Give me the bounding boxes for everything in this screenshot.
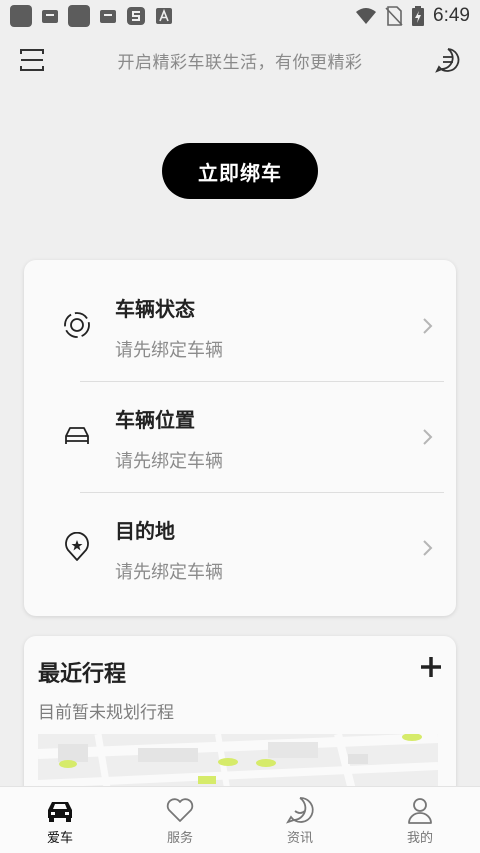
- tab-label: 我的: [406, 831, 433, 846]
- plus-icon[interactable]: [418, 654, 444, 680]
- trip-card-title: 最近行程: [38, 662, 127, 687]
- tab-service[interactable]: 服务: [120, 787, 240, 853]
- notification-icons: [10, 5, 174, 27]
- destination-row[interactable]: 目的地 请先绑定车辆: [24, 482, 456, 593]
- message-button[interactable]: [434, 46, 462, 74]
- header: 开启精彩车联生活，有你更精彩: [0, 40, 480, 80]
- tab-label: 服务: [166, 831, 193, 846]
- car-icon: [48, 802, 72, 822]
- bag-icon: [98, 6, 118, 26]
- row-title: 车辆位置: [115, 408, 195, 432]
- a-app-icon: [154, 6, 174, 26]
- vehicle-card: 车辆状态 请先绑定车辆 车辆位置 请先绑定车辆 目的地 请先绑定车辆: [24, 260, 456, 616]
- clock: 6:49: [433, 5, 470, 26]
- trip-card-subtitle: 目前暂未规划行程: [38, 703, 174, 723]
- menu-button[interactable]: [18, 46, 46, 74]
- battery-charging-icon: [412, 6, 425, 26]
- chat-icon: [435, 48, 460, 73]
- tab-label: 资讯: [286, 831, 313, 846]
- row-subtitle: 请先绑定车辆: [115, 340, 223, 361]
- heart-icon: [166, 798, 194, 822]
- row-title: 车辆状态: [115, 297, 195, 321]
- menu-icon: [20, 49, 44, 71]
- wifi-icon: [356, 8, 377, 24]
- message-icon: [285, 797, 314, 824]
- tab-mine[interactable]: 我的: [360, 787, 480, 853]
- vehicle-status-row[interactable]: 车辆状态 请先绑定车辆: [24, 260, 456, 371]
- status-bar: 6:49: [0, 0, 480, 32]
- app-icon: [10, 5, 32, 27]
- car-outline-icon: [65, 427, 89, 444]
- slogan-text: 开启精彩车联生活，有你更精彩: [117, 52, 363, 73]
- chevron-right-icon: [423, 318, 433, 334]
- no-sim-icon: [385, 6, 403, 26]
- bottom-tab-bar: 爱车 服务 资讯 我的: [0, 786, 480, 853]
- person-icon: [408, 798, 432, 824]
- row-subtitle: 请先绑定车辆: [115, 451, 223, 472]
- row-subtitle: 请先绑定车辆: [115, 562, 223, 583]
- target-icon: [64, 312, 90, 338]
- app-icon: [68, 5, 90, 27]
- tab-car[interactable]: 爱车: [0, 787, 120, 853]
- row-title: 目的地: [115, 519, 175, 543]
- s-app-icon: [126, 6, 146, 26]
- chevron-right-icon: [423, 540, 433, 556]
- bag-icon: [40, 6, 60, 26]
- chevron-right-icon: [423, 429, 433, 445]
- system-icons: 6:49: [355, 5, 470, 27]
- vehicle-location-row[interactable]: 车辆位置 请先绑定车辆: [24, 371, 456, 482]
- tab-label: 爱车: [46, 831, 73, 846]
- location-star-icon: [65, 532, 89, 561]
- bind-car-button[interactable]: 立即绑车: [162, 143, 318, 199]
- tab-news[interactable]: 资讯: [240, 787, 360, 853]
